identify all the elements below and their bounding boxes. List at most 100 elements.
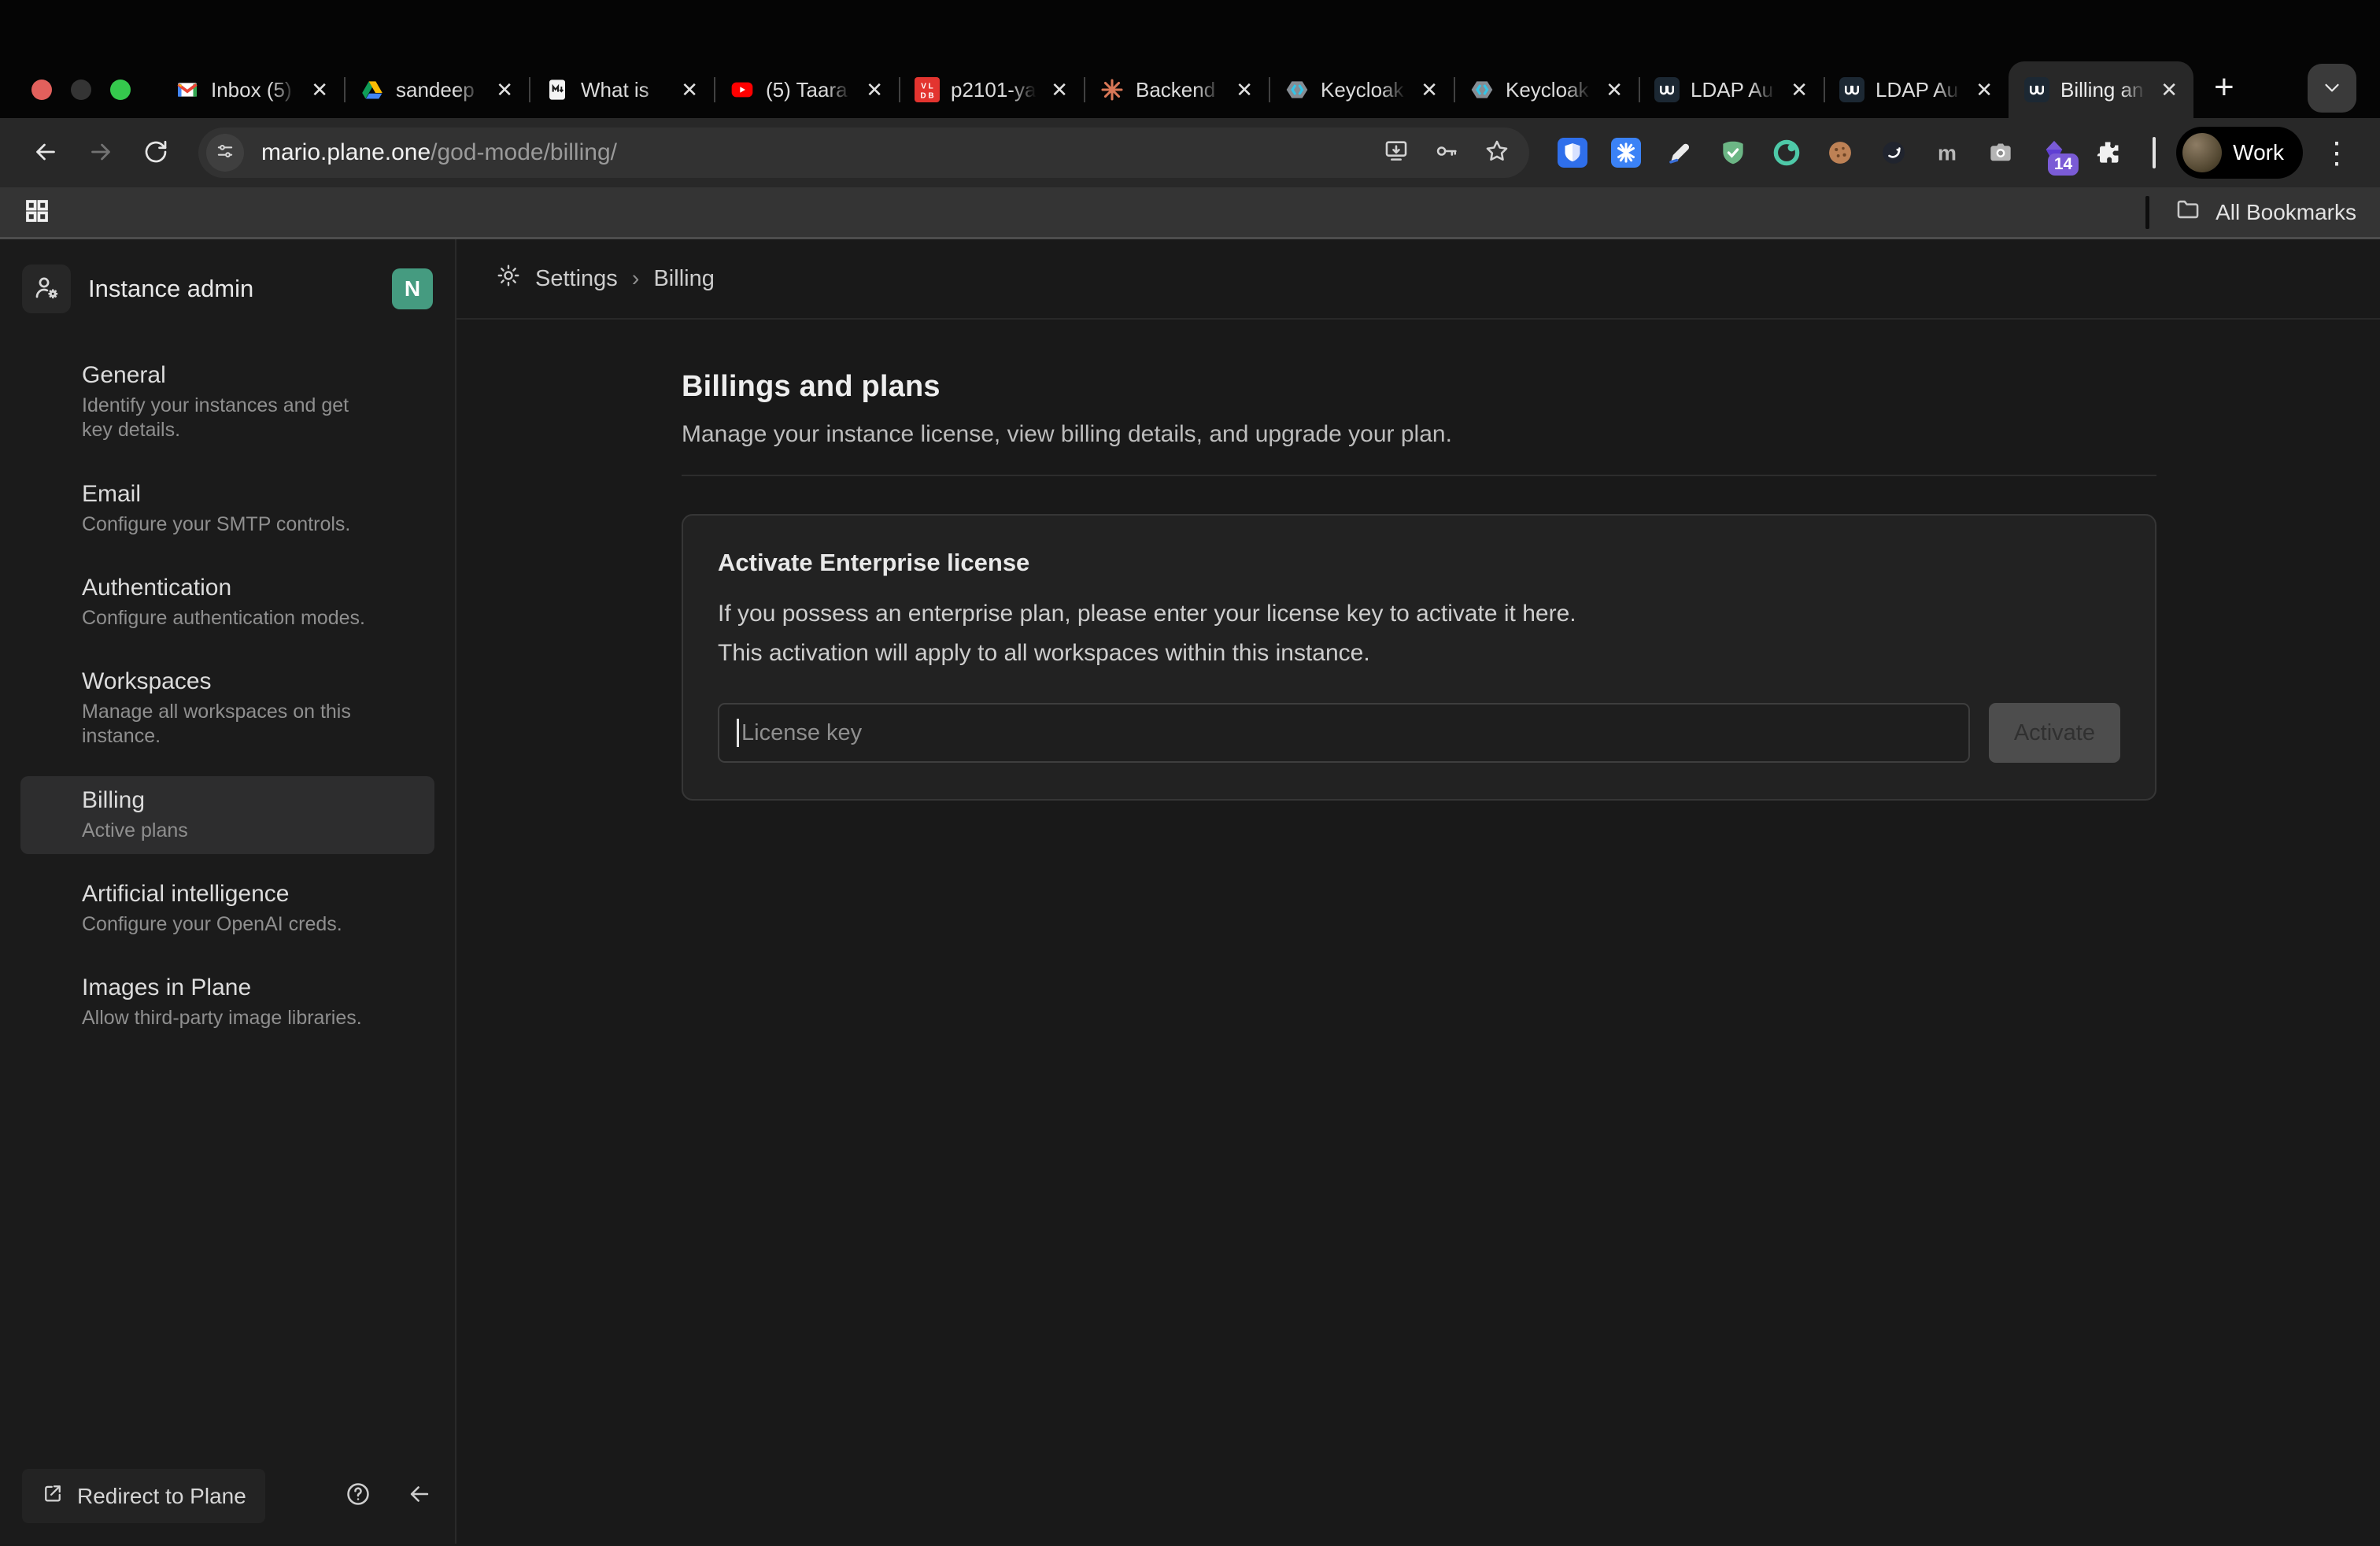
- tab-label: LDAP Au: [1691, 78, 1776, 102]
- sidebar-item-title: Billing: [82, 787, 188, 814]
- m-letter-icon[interactable]: m: [1931, 136, 1964, 169]
- instance-admin-button[interactable]: [22, 264, 71, 313]
- tab-close-button[interactable]: ✕: [1972, 78, 1996, 102]
- browser-tab[interactable]: sandeep ✕: [344, 61, 529, 118]
- sidebar-item-title: Images in Plane: [82, 975, 362, 1001]
- purple-diamond-icon[interactable]: 14: [2038, 136, 2071, 169]
- browser-window: Inbox (5)✕sandeep✕What is ✕(5) Taara✕V L…: [0, 0, 2380, 1546]
- browser-tab[interactable]: Keycloak✕: [1269, 61, 1454, 118]
- sidebar-item-title: Authentication: [82, 575, 365, 601]
- bookmark-star-icon[interactable]: [1484, 138, 1510, 168]
- svg-text:D B: D B: [920, 92, 933, 101]
- camera-icon[interactable]: [1984, 136, 2017, 169]
- browser-tab[interactable]: V LD Bp2101-ya✕: [899, 61, 1084, 118]
- sidebar-item-artificial-intelligence[interactable]: Artificial intelligenceConfigure your Op…: [20, 870, 434, 948]
- bookmarks-bar: All Bookmarks: [0, 187, 2380, 239]
- collapse-sidebar-button[interactable]: [406, 1481, 433, 1511]
- browser-tab[interactable]: Keycloak ✕: [1454, 61, 1639, 118]
- shield-blue-icon[interactable]: [1556, 136, 1589, 169]
- new-tab-button[interactable]: +: [2193, 70, 2255, 109]
- sidebar-item-desc: Allow third-party image libraries.: [82, 1006, 362, 1030]
- tab-label: sandeep: [396, 78, 482, 102]
- breadcrumb: Settings › Billing: [456, 239, 2380, 320]
- tab-close-button[interactable]: ✕: [1232, 78, 1256, 102]
- dark-circle-icon[interactable]: [1877, 136, 1910, 169]
- sidebar-item-desc: Configure your SMTP controls.: [82, 512, 350, 537]
- main-panel: Settings › Billing Billings and plans Ma…: [456, 239, 2380, 1544]
- browser-tab[interactable]: LDAP Au✕: [1824, 61, 2009, 118]
- tab-close-button[interactable]: ✕: [308, 78, 331, 102]
- tab-close-button[interactable]: ✕: [2157, 78, 2181, 102]
- minimize-window-button[interactable]: [71, 80, 91, 100]
- browser-tab[interactable]: (5) Taara✕: [714, 61, 899, 118]
- license-key-input[interactable]: [718, 703, 1970, 763]
- forward-button[interactable]: [77, 129, 124, 176]
- tab-close-button[interactable]: ✕: [1048, 78, 1071, 102]
- sidebar-item-billing[interactable]: BillingActive plans: [20, 776, 434, 854]
- browser-tab-active[interactable]: Billing an ✕: [2009, 61, 2193, 118]
- address-bar[interactable]: mario.plane.one/god-mode/billing/: [198, 128, 1529, 178]
- markdown-book-icon: [545, 77, 570, 102]
- grid-icon: [24, 198, 50, 227]
- extension-icons: m 14: [1556, 136, 2124, 169]
- reload-button[interactable]: [132, 129, 179, 176]
- drive-icon: [360, 77, 385, 102]
- sidebar-item-authentication[interactable]: Authentication Configure authentication m…: [20, 564, 434, 642]
- browser-tab[interactable]: LDAP Au ✕: [1639, 61, 1824, 118]
- eyedropper-icon[interactable]: [1663, 136, 1696, 169]
- passwords-key-icon[interactable]: [1433, 138, 1460, 168]
- text-caret: [737, 719, 739, 747]
- breadcrumb-billing[interactable]: Billing: [653, 266, 714, 292]
- browser-tab[interactable]: What is ✕: [529, 61, 714, 118]
- close-window-button[interactable]: [31, 80, 52, 100]
- tab-close-button[interactable]: ✕: [863, 78, 886, 102]
- window-controls: [0, 80, 159, 100]
- profile-chip[interactable]: Work: [2176, 127, 2303, 179]
- asterisk-blue-icon[interactable]: [1609, 136, 1643, 169]
- tab-label: Inbox (5): [211, 78, 297, 102]
- tab-close-button[interactable]: ✕: [1602, 78, 1626, 102]
- tab-close-button[interactable]: ✕: [493, 78, 516, 102]
- browser-toolbar: mario.plane.one/god-mode/billing/ m 14 Wo…: [0, 118, 2380, 187]
- keycloak-icon: [1469, 77, 1495, 102]
- sidebar-item-workspaces[interactable]: WorkspacesManage all workspaces on this …: [20, 657, 434, 760]
- sidebar-item-images-in-plane[interactable]: Images in Plane Allow third-party image l…: [20, 963, 434, 1041]
- svg-text:m: m: [1938, 142, 1957, 165]
- sidebar-item-email[interactable]: EmailConfigure your SMTP controls.: [20, 470, 434, 548]
- youtube-icon: [730, 77, 755, 102]
- gmail-icon: [175, 77, 200, 102]
- tab-label: Billing an: [2060, 78, 2146, 102]
- mail-icon: [33, 481, 65, 537]
- help-button[interactable]: [345, 1481, 371, 1511]
- sidebar-item-desc: Configure authentication modes.: [82, 606, 365, 631]
- browser-tab[interactable]: Inbox (5) ✕: [159, 61, 344, 118]
- extension-badge: 14: [2048, 153, 2079, 176]
- install-app-icon[interactable]: [1383, 138, 1410, 168]
- all-bookmarks-button[interactable]: All Bookmarks: [2216, 200, 2356, 225]
- sidebar-title: Instance admin: [88, 275, 375, 303]
- tab-search-button[interactable]: [2308, 64, 2356, 113]
- extensions-puzzle-icon[interactable]: [2091, 136, 2124, 169]
- gear-icon: [33, 362, 65, 443]
- shield-green-icon[interactable]: [1717, 136, 1750, 169]
- back-button[interactable]: [22, 129, 69, 176]
- tab-close-button[interactable]: ✕: [1417, 78, 1441, 102]
- apps-grid-button[interactable]: [24, 198, 50, 227]
- cookie-editor-icon[interactable]: [1770, 136, 1803, 169]
- breadcrumb-settings[interactable]: Settings: [535, 266, 618, 292]
- redirect-to-plane-button[interactable]: Redirect to Plane: [22, 1469, 265, 1523]
- activate-button[interactable]: Activate: [1989, 703, 2120, 763]
- brain-icon: [33, 881, 65, 937]
- tab-label: Keycloak: [1506, 78, 1591, 102]
- tab-close-button[interactable]: ✕: [678, 78, 701, 102]
- cookie-icon[interactable]: [1824, 136, 1857, 169]
- sidebar-item-general[interactable]: GeneralIdentify your instances and get k…: [20, 351, 434, 454]
- bookmarks-separator: [2145, 196, 2149, 229]
- browser-tab[interactable]: Backend✕: [1084, 61, 1269, 118]
- zoom-window-button[interactable]: [110, 80, 131, 100]
- browser-menu-button[interactable]: ⋮: [2311, 135, 2358, 171]
- site-info-button[interactable]: [206, 134, 244, 172]
- user-avatar[interactable]: N: [392, 268, 433, 309]
- tab-close-button[interactable]: ✕: [1787, 78, 1811, 102]
- building-icon: [33, 668, 65, 749]
